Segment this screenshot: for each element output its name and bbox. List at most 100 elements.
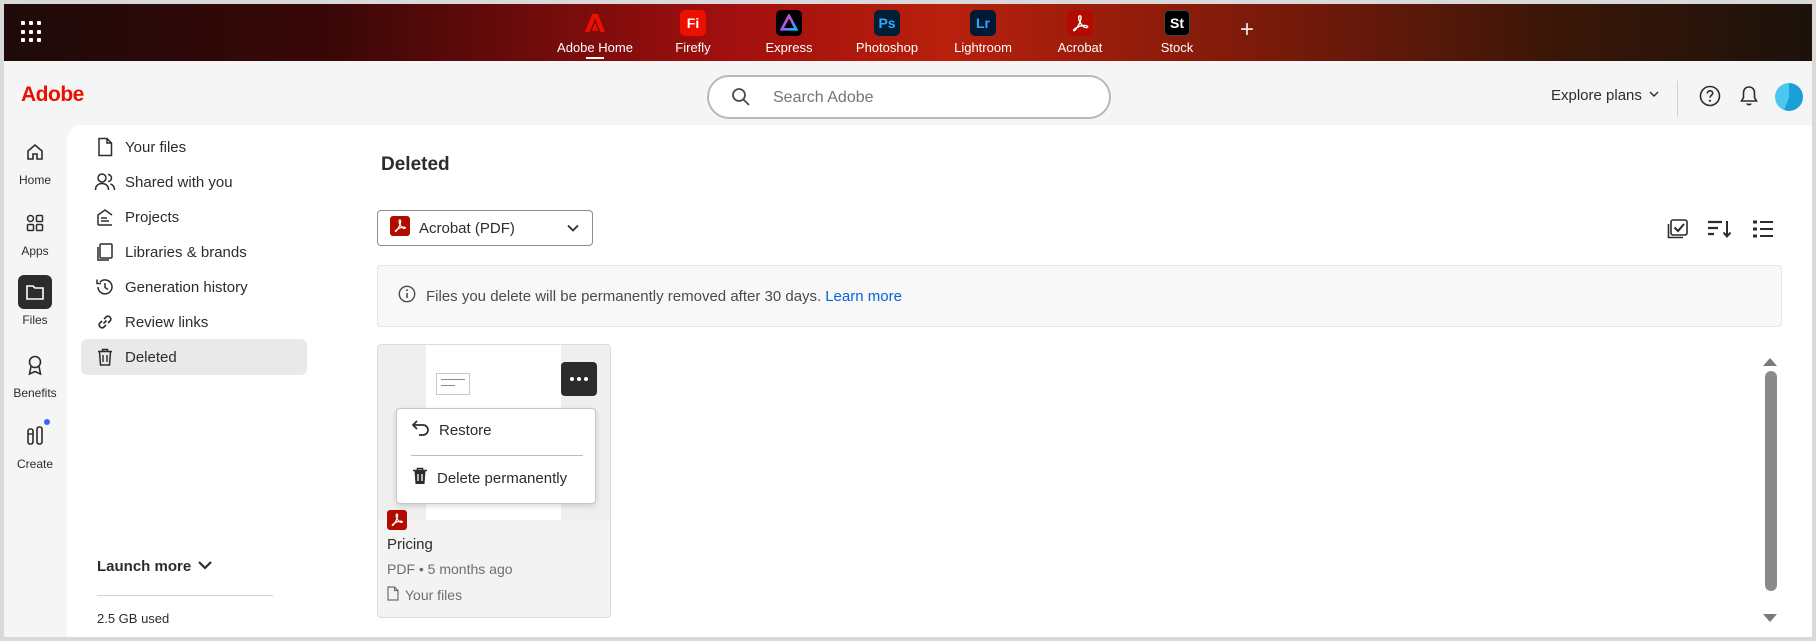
rail-item-apps[interactable]: Apps	[4, 206, 66, 258]
file-location-label: Your files	[405, 587, 463, 603]
file-meta: PDF • 5 months ago	[387, 561, 513, 577]
users-icon	[93, 172, 117, 192]
app-label: Lightroom	[954, 40, 1012, 55]
express-icon	[776, 10, 802, 36]
projects-icon	[93, 207, 117, 227]
select-checkbox-icon[interactable]	[1667, 219, 1689, 244]
nav-item-your-files[interactable]: Your files	[81, 129, 307, 165]
file-name: Pricing	[387, 536, 433, 553]
explore-plans-button[interactable]: Explore plans	[1551, 87, 1660, 104]
lightroom-icon: Lr	[970, 10, 996, 36]
scroll-down-arrow[interactable]	[1761, 612, 1779, 630]
trash-icon	[411, 466, 429, 490]
app-label: Stock	[1160, 40, 1194, 55]
thumbnail-preview	[436, 373, 470, 395]
history-icon	[93, 277, 117, 297]
main-panel: Your files Shared with you Projects Libr…	[67, 125, 1812, 637]
nav-item-review-links[interactable]: Review links	[81, 304, 307, 340]
file-type-filter[interactable]: Acrobat (PDF)	[377, 210, 593, 246]
rail-label: Home	[18, 173, 51, 187]
left-rail: Home Apps Files Benefits Create	[4, 125, 66, 637]
chevron-down-icon	[566, 221, 580, 239]
nav-item-generation-history[interactable]: Generation history	[81, 269, 307, 305]
info-icon	[398, 285, 416, 307]
search-icon	[731, 87, 751, 112]
search-input[interactable]	[773, 87, 1093, 109]
app-photoshop[interactable]: Ps Photoshop	[842, 10, 932, 55]
info-text: Files you delete will be permanently rem…	[426, 287, 822, 305]
chevron-down-icon	[1648, 87, 1660, 104]
new-indicator-dot	[44, 419, 50, 425]
storage-usage: 2.5 GB used	[97, 611, 170, 626]
more-options-button[interactable]	[561, 362, 597, 396]
apps-icon	[18, 206, 52, 240]
stock-icon: St	[1164, 10, 1190, 36]
nav-item-libraries-brands[interactable]: Libraries & brands	[81, 234, 307, 270]
explore-plans-label: Explore plans	[1551, 87, 1642, 104]
menu-item-delete-permanently[interactable]: Delete permanently	[411, 466, 567, 490]
acrobat-icon	[1067, 10, 1093, 36]
nav-label: Libraries & brands	[125, 243, 247, 261]
window: Adobe Home Fi Firefly Express Ps Photosh…	[4, 4, 1812, 637]
divider	[1677, 81, 1678, 117]
scroll-up-arrow[interactable]	[1761, 354, 1779, 372]
app-lightroom[interactable]: Lr Lightroom	[938, 10, 1028, 55]
app-acrobat[interactable]: Acrobat	[1035, 10, 1125, 55]
app-stock[interactable]: St Stock	[1132, 10, 1222, 55]
folder-icon	[18, 275, 52, 309]
add-app-icon[interactable]: +	[1240, 18, 1254, 42]
rail-item-home[interactable]: Home	[4, 135, 66, 187]
help-icon[interactable]	[1699, 85, 1721, 112]
nav-label: Generation history	[125, 278, 248, 296]
nav-item-deleted[interactable]: Deleted	[81, 339, 307, 375]
rail-label: Create	[16, 457, 54, 471]
user-avatar[interactable]	[1775, 83, 1803, 111]
rail-item-create[interactable]: Create	[4, 419, 66, 471]
context-menu: Restore Delete permanently	[396, 408, 596, 504]
app-switcher-bar: Adobe Home Fi Firefly Express Ps Photosh…	[4, 4, 1812, 61]
scrollbar-thumb[interactable]	[1765, 371, 1777, 591]
notifications-icon[interactable]	[1739, 85, 1759, 112]
file-location: Your files	[387, 586, 462, 604]
nav-label: Review links	[125, 313, 209, 331]
app-express[interactable]: Express	[744, 10, 834, 55]
page-title: Deleted	[381, 154, 450, 175]
filter-value: Acrobat (PDF)	[419, 219, 515, 237]
link-icon	[93, 312, 117, 332]
app-label: Adobe Home	[557, 40, 633, 55]
list-view-icon[interactable]	[1752, 219, 1774, 244]
nav-label: Shared with you	[125, 173, 233, 191]
nav-item-projects[interactable]: Projects	[81, 199, 307, 235]
search-box[interactable]	[707, 75, 1111, 119]
home-icon	[18, 135, 52, 169]
award-icon	[18, 348, 52, 382]
launch-more-button[interactable]: Launch more	[97, 558, 213, 575]
app-label: Photoshop	[855, 40, 919, 55]
sort-icon[interactable]	[1707, 219, 1733, 244]
menu-label: Restore	[439, 421, 492, 439]
rail-label: Benefits	[13, 386, 57, 400]
menu-label: Delete permanently	[437, 469, 568, 487]
rail-label: Apps	[21, 244, 49, 258]
trash-icon	[93, 347, 117, 367]
nav-label: Your files	[125, 138, 187, 156]
library-icon	[93, 242, 117, 262]
learn-more-link[interactable]: Learn more	[825, 288, 902, 305]
undo-icon	[411, 419, 431, 441]
app-label: Acrobat	[1057, 40, 1103, 55]
rail-item-files[interactable]: Files	[4, 275, 66, 327]
adobe-home-icon	[582, 10, 608, 36]
divider	[97, 595, 273, 596]
divider	[411, 455, 583, 456]
rail-item-benefits[interactable]: Benefits	[4, 348, 66, 400]
nav-item-shared-with-you[interactable]: Shared with you	[81, 164, 307, 200]
launch-more-label: Launch more	[97, 558, 192, 575]
menu-item-restore[interactable]: Restore	[411, 419, 492, 441]
adobe-logo[interactable]: Adobe	[21, 83, 84, 107]
rail-label: Files	[22, 313, 48, 327]
firefly-icon: Fi	[680, 10, 706, 36]
app-adobe-home[interactable]: Adobe Home	[550, 10, 640, 59]
app-firefly[interactable]: Fi Firefly	[648, 10, 738, 55]
photoshop-icon: Ps	[874, 10, 900, 36]
file-icon	[93, 137, 117, 157]
